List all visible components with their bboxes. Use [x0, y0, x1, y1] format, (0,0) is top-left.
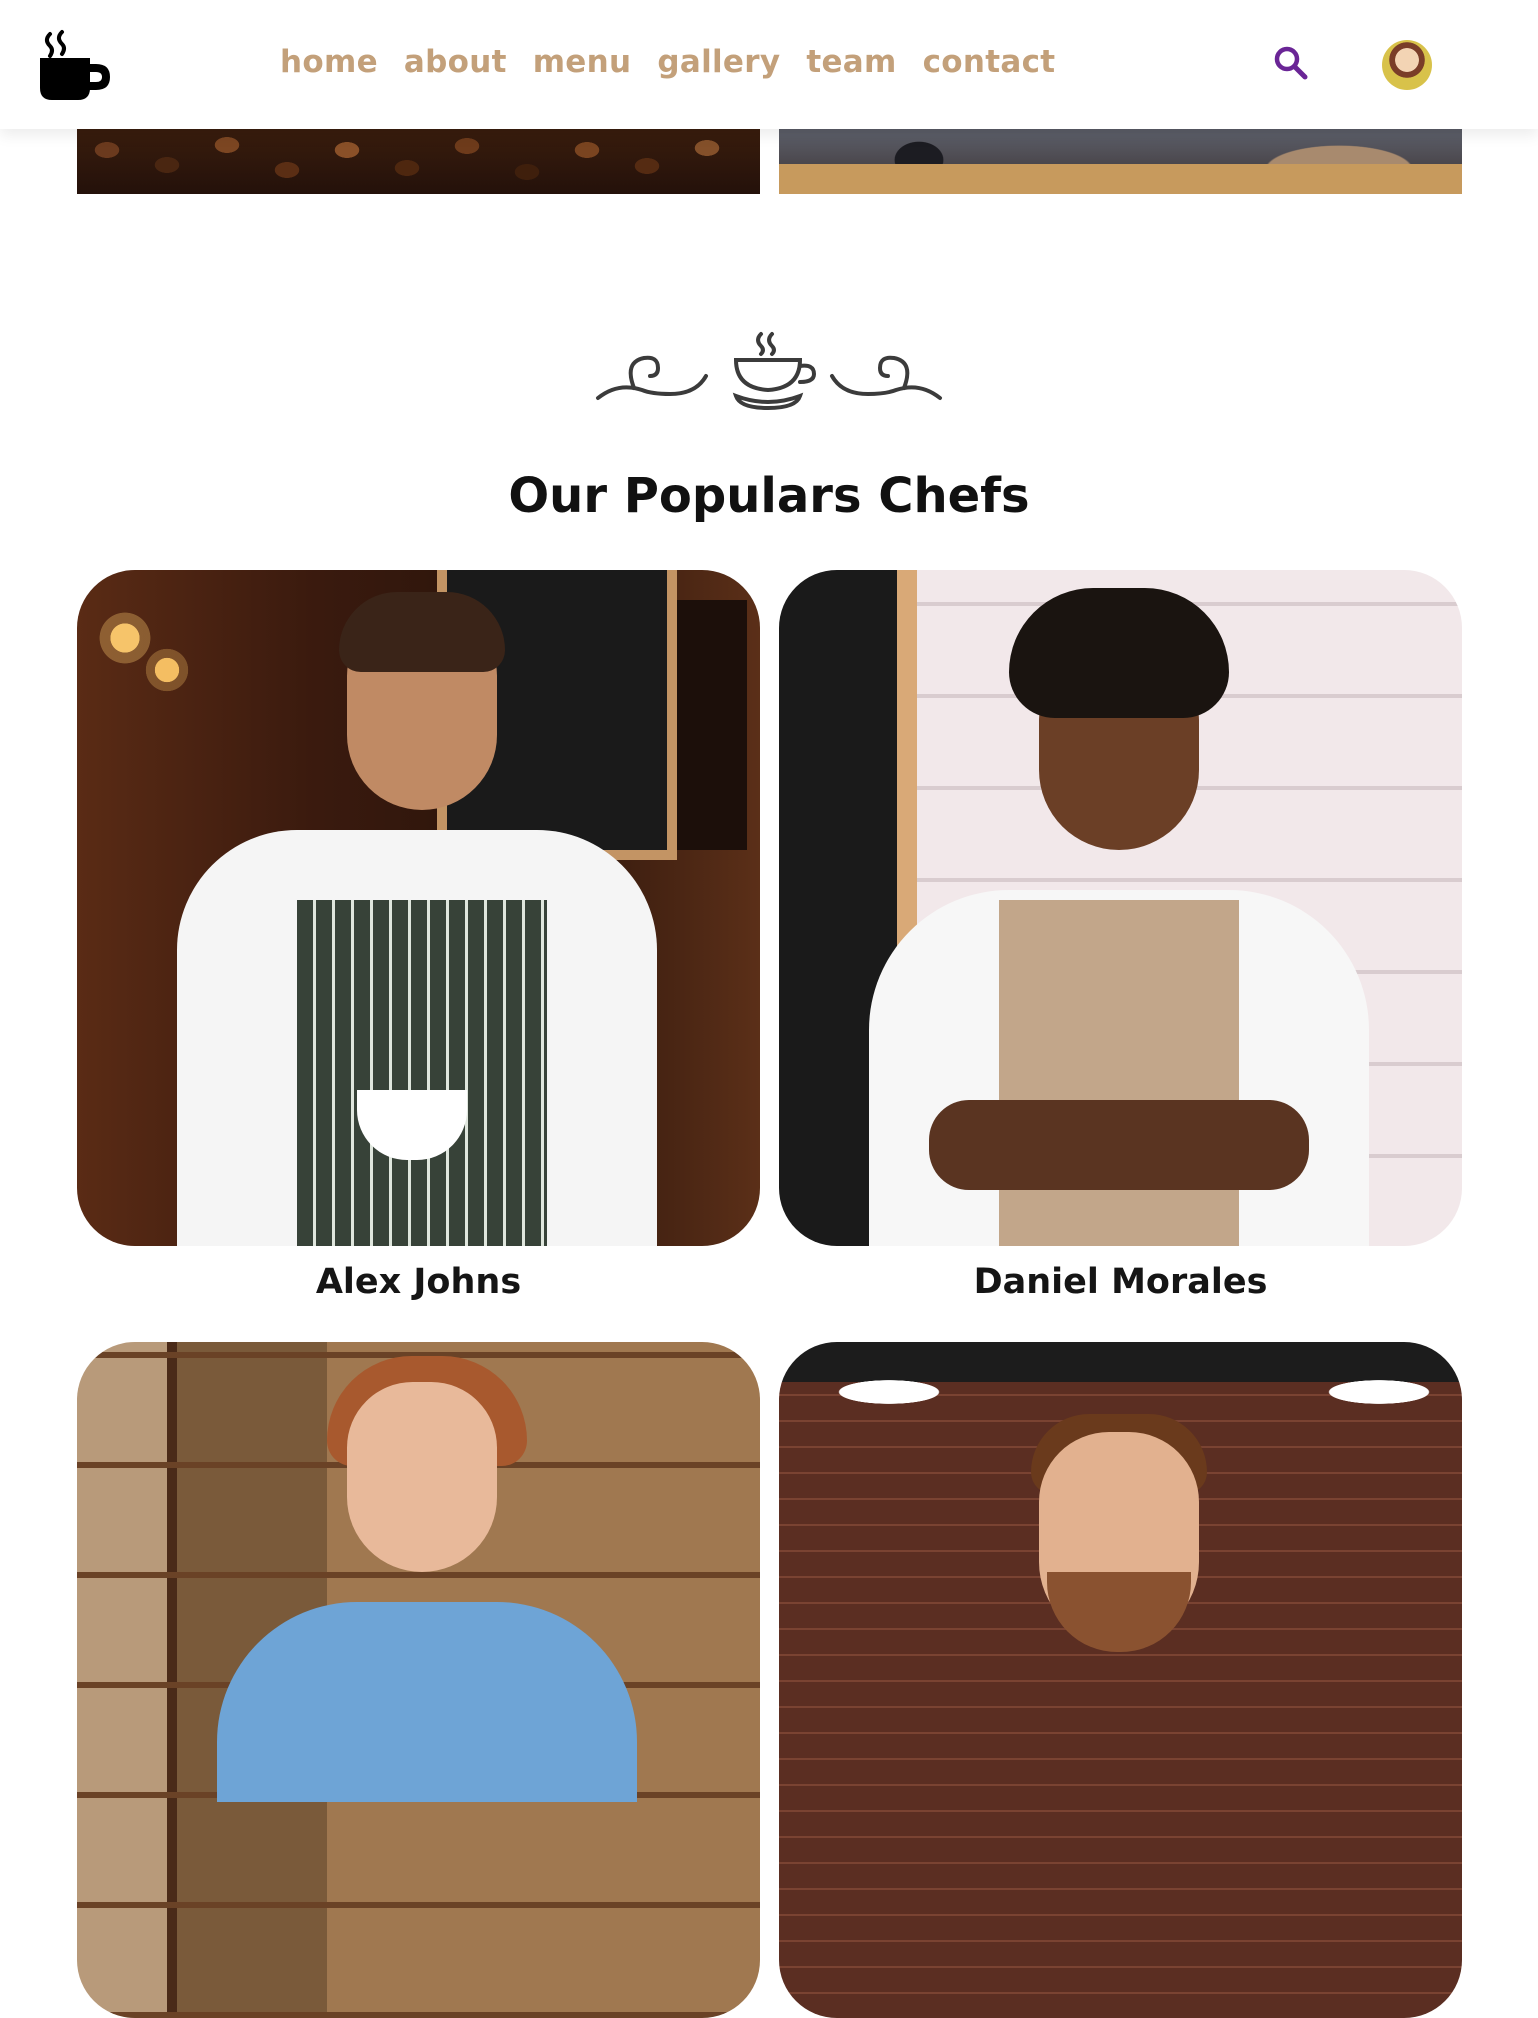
nav-gallery[interactable]: gallery [657, 44, 780, 80]
nav-menu[interactable]: menu [533, 44, 632, 80]
chef-photo-daniel-morales [779, 570, 1462, 1246]
site-header: home about menu gallery team contact [0, 0, 1538, 129]
user-avatar[interactable] [1382, 40, 1432, 90]
search-icon[interactable] [1272, 44, 1310, 82]
chef-photo-alex-johns [77, 570, 760, 1246]
nav-home[interactable]: home [280, 44, 378, 80]
chef-name: Daniel Morales [973, 1262, 1268, 1302]
section-title: Our Populars Chefs [508, 468, 1030, 524]
nav-about[interactable]: about [404, 44, 507, 80]
coffee-cup-ornament-icon [596, 332, 942, 410]
chef-name: Alex Johns [315, 1262, 522, 1302]
main-nav: home about menu gallery team contact [280, 44, 1055, 80]
chef-photo-woman-barista [77, 1342, 760, 2018]
nav-team[interactable]: team [806, 44, 896, 80]
chef-photo-bearded-man [779, 1342, 1462, 2018]
nav-contact[interactable]: contact [923, 44, 1056, 80]
coffee-mug-icon[interactable] [36, 28, 114, 102]
